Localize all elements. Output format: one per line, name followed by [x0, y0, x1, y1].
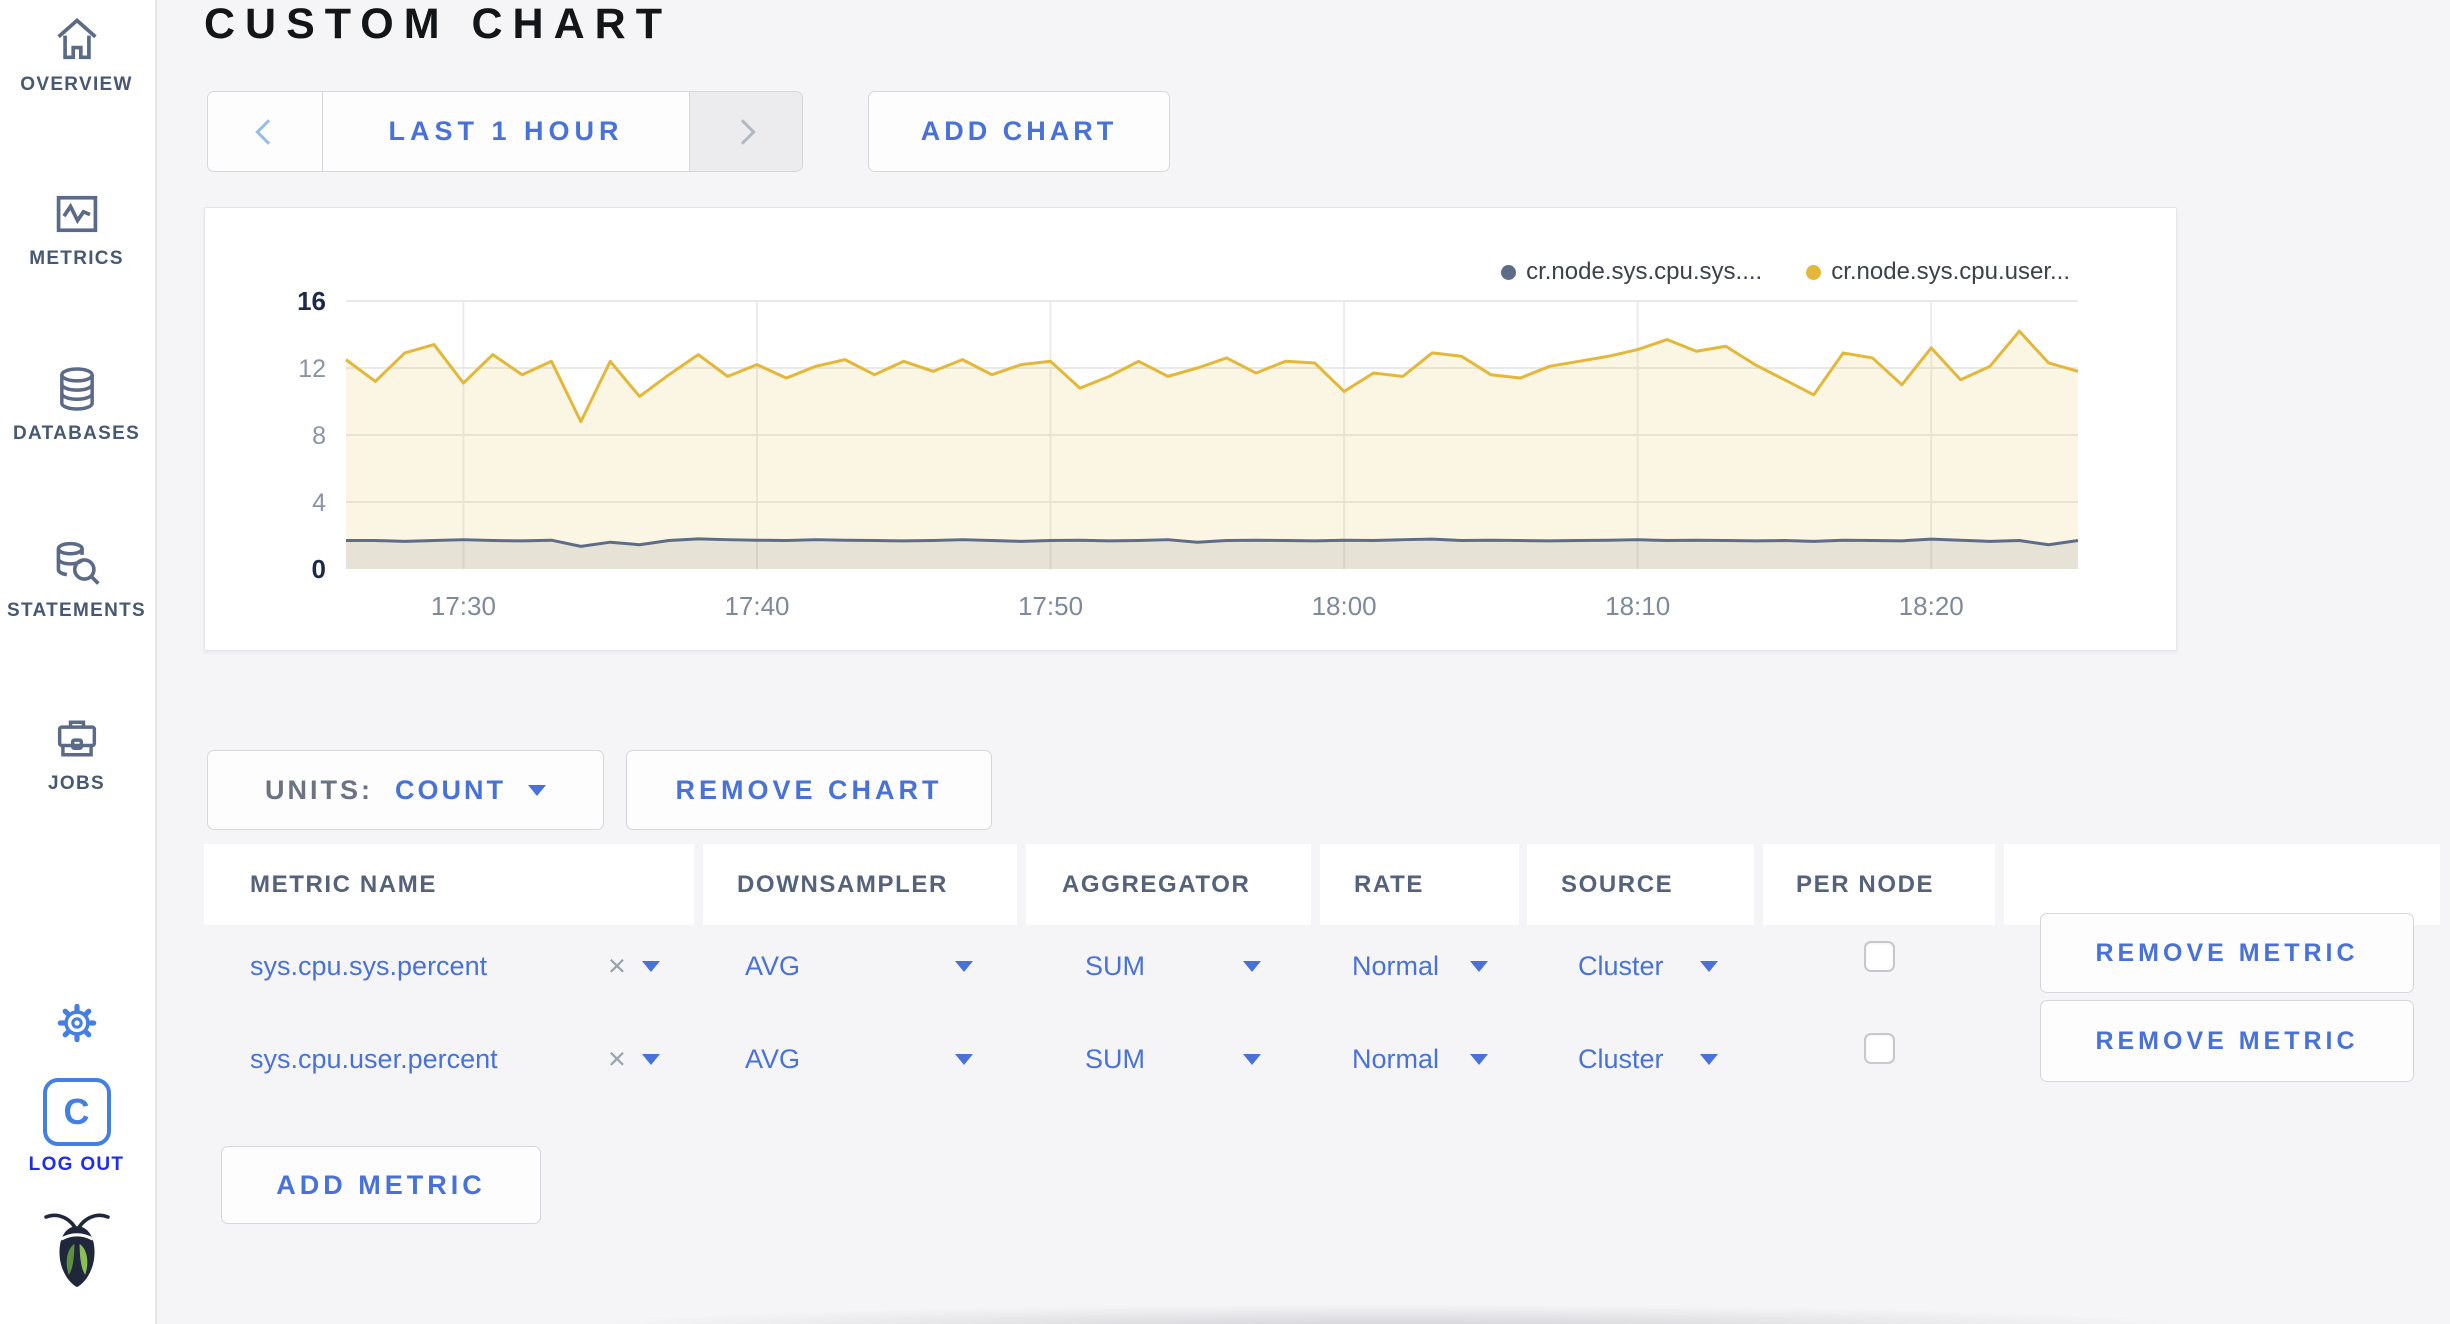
dropdown-arrow-icon [642, 960, 660, 972]
home-icon [56, 18, 97, 60]
sidebar-item-label: JOBS [48, 773, 105, 794]
column-header-source: SOURCE [1527, 844, 1754, 925]
remove-chart-button[interactable]: REMOVE CHART [626, 750, 992, 830]
dropdown-arrow-icon [1470, 960, 1488, 972]
chevron-right-icon [730, 118, 756, 145]
logout-label: LOG OUT [28, 1154, 125, 1175]
x-tick-label: 17:30 [431, 591, 496, 621]
roach-icon [43, 1213, 110, 1288]
rate-dropdown[interactable]: Normal [1352, 940, 1488, 992]
sidebar-item-overview[interactable]: OVERVIEW [0, 14, 153, 96]
time-range-value: LAST 1 HOUR [388, 116, 624, 146]
settings-button[interactable] [0, 998, 153, 1048]
time-next-button[interactable] [690, 92, 802, 171]
chart-legend: cr.node.sys.cpu.sys.... cr.node.sys.cpu.… [1501, 258, 2070, 286]
x-tick-label: 18:10 [1605, 591, 1670, 621]
per-node-checkbox[interactable] [1864, 1033, 1895, 1064]
aggregator-dropdown[interactable]: SUM [1085, 1033, 1261, 1085]
rate-dropdown[interactable]: Normal [1352, 1033, 1488, 1085]
remove-metric-button[interactable]: REMOVE METRIC [2040, 913, 2414, 993]
time-range-dropdown[interactable]: LAST 1 HOUR [322, 92, 690, 171]
y-tick-label: 16 [297, 286, 326, 316]
logo-letter: C [63, 1091, 90, 1132]
column-header-aggregator: AGGREGATOR [1026, 844, 1311, 925]
x-tick-label: 18:00 [1312, 591, 1377, 621]
dropdown-arrow-icon [642, 1053, 660, 1065]
logout-button[interactable]: C LOG OUT [0, 1078, 153, 1176]
units-dropdown[interactable]: UNITS: COUNT [207, 750, 604, 830]
statements-icon [56, 541, 100, 585]
dropdown-arrow-icon [1243, 960, 1261, 972]
dropdown-arrow-icon [1243, 1053, 1261, 1065]
sidebar-item-label: DATABASES [12, 423, 141, 444]
jobs-icon [57, 720, 96, 757]
sidebar-item-label: METRICS [29, 248, 124, 269]
remove-metric-button[interactable]: REMOVE METRIC [2040, 1000, 2414, 1082]
legend-item-user: cr.node.sys.cpu.user... [1806, 258, 2070, 286]
gear-icon [57, 1003, 96, 1043]
y-tick-label: 12 [298, 355, 326, 383]
panel-bottom-shadow [330, 1298, 2450, 1324]
legend-dot [1806, 264, 1822, 280]
sidebar-item-label: STATEMENTS [7, 600, 146, 621]
downsampler-dropdown[interactable]: AVG [745, 1033, 973, 1085]
y-tick-label: 4 [312, 489, 326, 517]
series-area [346, 331, 2078, 569]
x-tick-label: 18:20 [1899, 591, 1964, 621]
sidebar-item-metrics[interactable]: METRICS [0, 188, 153, 270]
y-tick-label: 8 [312, 422, 326, 450]
units-label: UNITS: [265, 774, 373, 805]
cockroach-c-icon: C [42, 1078, 111, 1146]
per-node-checkbox[interactable] [1864, 941, 1895, 972]
custom-chart-page: OVERVIEW METRICS DATABASES STATEMENTS JO… [0, 0, 2450, 1324]
sidebar-item-statements[interactable]: STATEMENTS [0, 538, 153, 622]
legend-item-sys: cr.node.sys.cpu.sys.... [1501, 258, 1762, 286]
aggregator-dropdown[interactable]: SUM [1085, 940, 1261, 992]
legend-label: cr.node.sys.cpu.sys.... [1526, 258, 1763, 285]
dropdown-arrow-icon [528, 784, 546, 796]
metrics-icon [56, 195, 97, 233]
page-title: CUSTOM CHART [204, 0, 672, 48]
time-prev-button[interactable] [208, 92, 322, 171]
source-dropdown[interactable]: Cluster [1578, 1033, 1718, 1085]
dropdown-arrow-icon [1700, 1053, 1718, 1065]
chevron-left-icon [255, 118, 281, 145]
clear-metric-icon[interactable]: × [608, 1041, 626, 1077]
x-tick-label: 17:50 [1018, 591, 1083, 621]
y-tick-label: 0 [312, 554, 326, 584]
column-header-metric-name: METRIC NAME [204, 844, 694, 925]
column-header-per-node: PER NODE [1763, 844, 1995, 925]
dropdown-arrow-icon [1470, 1053, 1488, 1065]
cockroach-logo [0, 1206, 153, 1294]
add-chart-button[interactable]: ADD CHART [868, 91, 1170, 172]
chart-card: cr.node.sys.cpu.sys.... cr.node.sys.cpu.… [204, 207, 2177, 651]
legend-label: cr.node.sys.cpu.user... [1831, 258, 2070, 285]
column-header-downsampler: DOWNSAMPLER [703, 844, 1017, 925]
column-header-rate: RATE [1320, 844, 1519, 925]
x-tick-label: 17:40 [724, 591, 789, 621]
time-range-selector: LAST 1 HOUR [207, 91, 803, 172]
sidebar-item-databases[interactable]: DATABASES [0, 363, 153, 445]
legend-dot [1501, 264, 1517, 280]
downsampler-dropdown[interactable]: AVG [745, 940, 973, 992]
metric-name-dropdown[interactable]: sys.cpu.user.percent × [250, 1033, 660, 1085]
database-icon [59, 367, 94, 411]
units-value: COUNT [395, 774, 506, 805]
dropdown-arrow-icon [1700, 960, 1718, 972]
add-metric-button[interactable]: ADD METRIC [221, 1146, 541, 1224]
source-dropdown[interactable]: Cluster [1578, 940, 1718, 992]
metric-name-dropdown[interactable]: sys.cpu.sys.percent × [250, 940, 660, 992]
dropdown-arrow-icon [955, 1053, 973, 1065]
dropdown-arrow-icon [955, 960, 973, 972]
sidebar-item-jobs[interactable]: JOBS [0, 713, 153, 795]
clear-metric-icon[interactable]: × [608, 948, 626, 984]
sidebar: OVERVIEW METRICS DATABASES STATEMENTS JO… [0, 0, 157, 1324]
sidebar-item-label: OVERVIEW [20, 74, 133, 95]
